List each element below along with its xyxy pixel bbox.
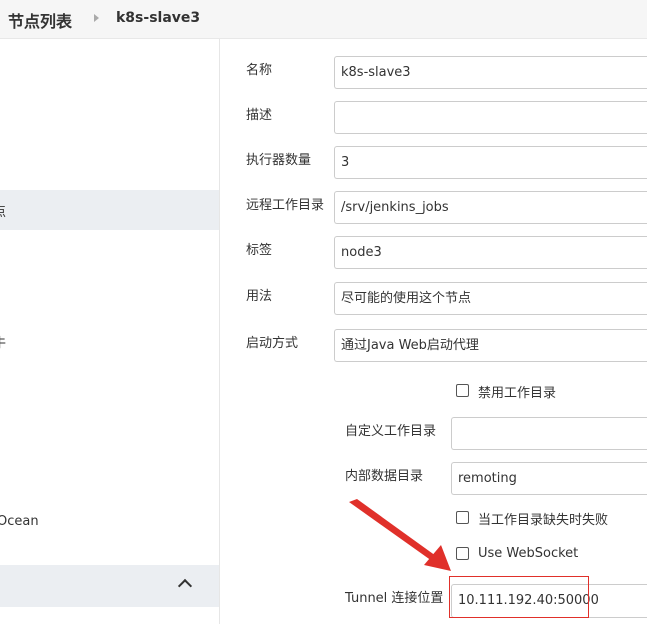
annotation-arrow-icon — [349, 499, 451, 571]
